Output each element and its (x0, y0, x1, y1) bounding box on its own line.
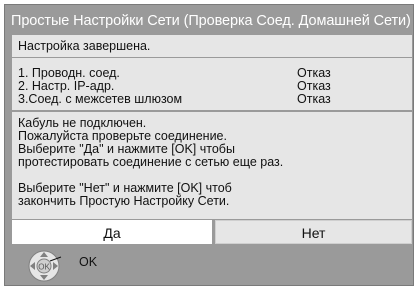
dialog-title: Простые Настройки Сети (Проверка Соед. Д… (11, 13, 411, 29)
yes-button[interactable]: Да (12, 220, 212, 244)
results-panel: 1. Проводн. соед. Отказ 2. Настр. IP-адр… (12, 58, 412, 110)
ok-hint-label: OK (79, 255, 98, 269)
remote-dpad-icon: OK (28, 250, 62, 282)
result-row-gateway: 3.Соед. с межсетев шлюзом Отказ (18, 92, 406, 106)
message-panel: Кабуль не подключен. Пожалуйста проверьт… (12, 112, 412, 219)
network-setup-dialog: Простые Настройки Сети (Проверка Соед. Д… (4, 4, 414, 286)
no-button[interactable]: Нет (215, 220, 412, 244)
status-panel: Настройка завершена. (12, 35, 412, 57)
result-value: Отказ (297, 66, 331, 80)
button-bar: Да Нет (12, 220, 412, 244)
result-value: Отказ (297, 92, 331, 106)
svg-text:OK: OK (38, 263, 50, 272)
result-value: Отказ (297, 79, 331, 93)
result-label: 3.Соед. с межсетев шлюзом (18, 92, 183, 106)
ok-hint: OK OK (27, 249, 107, 283)
result-label: 1. Проводн. соед. (18, 66, 120, 80)
message-line: закончить Простую Настройку Сети. (18, 194, 230, 208)
result-row-wired: 1. Проводн. соед. Отказ (18, 66, 406, 80)
status-text: Настройка завершена. (18, 39, 151, 53)
result-label: 2. Настр. IP-адр. (18, 79, 115, 93)
result-row-ip: 2. Настр. IP-адр. Отказ (18, 79, 406, 93)
message-line: протестировать соединение с сетью еще ра… (18, 155, 284, 169)
